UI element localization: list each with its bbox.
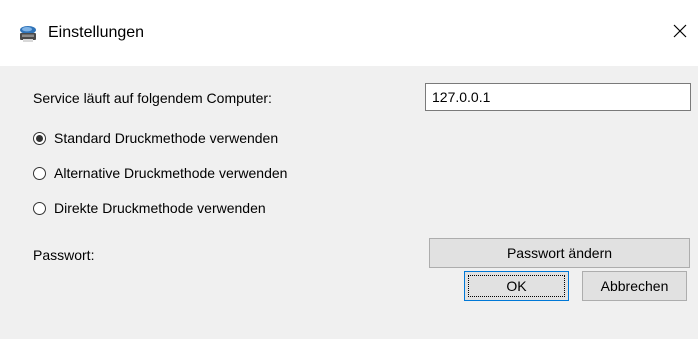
password-label: Passwort: bbox=[33, 247, 95, 263]
radio-alternative-indicator[interactable] bbox=[33, 166, 46, 180]
radio-alternative-label: Alternative Druckmethode verwenden bbox=[54, 165, 288, 181]
service-computer-label: Service läuft auf folgendem Computer: bbox=[33, 90, 272, 106]
radio-direct-label: Direkte Druckmethode verwenden bbox=[54, 200, 266, 216]
change-password-button[interactable]: Passwort ändern bbox=[429, 238, 690, 268]
radio-standard-indicator[interactable] bbox=[33, 131, 46, 145]
radio-alternative-method[interactable]: Alternative Druckmethode verwenden bbox=[33, 164, 287, 182]
radio-direct-indicator[interactable] bbox=[33, 201, 46, 215]
dialog-body: Service läuft auf folgendem Computer: St… bbox=[0, 66, 698, 339]
close-icon bbox=[673, 24, 687, 41]
radio-direct-method[interactable]: Direkte Druckmethode verwenden bbox=[33, 199, 266, 217]
ok-button-label: OK bbox=[506, 278, 527, 294]
settings-dialog: Einstellungen Service läuft auf folgende… bbox=[0, 0, 698, 339]
title-bar[interactable]: Einstellungen bbox=[0, 0, 698, 66]
window-title: Einstellungen bbox=[48, 24, 145, 41]
cancel-button[interactable]: Abbrechen bbox=[582, 271, 687, 301]
radio-standard-label: Standard Druckmethode verwenden bbox=[54, 130, 279, 146]
close-button[interactable] bbox=[662, 14, 698, 50]
ok-button[interactable]: OK bbox=[464, 271, 569, 301]
service-computer-input[interactable] bbox=[425, 83, 691, 111]
radio-standard-method[interactable]: Standard Druckmethode verwenden bbox=[33, 129, 278, 147]
printer-network-icon bbox=[17, 25, 39, 43]
